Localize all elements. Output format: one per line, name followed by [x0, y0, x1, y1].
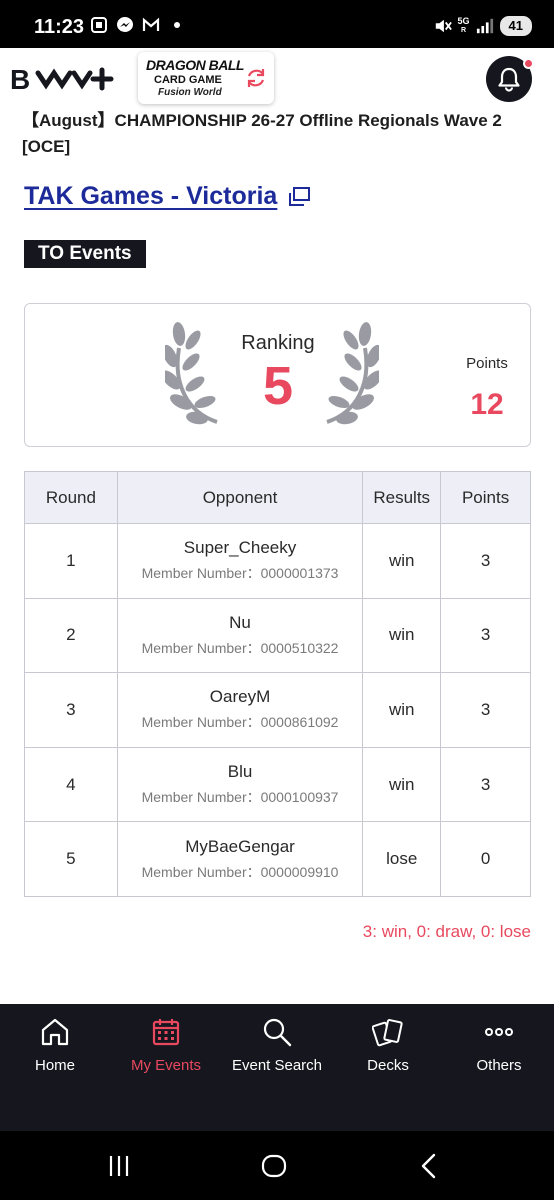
bcg-plus-logo[interactable]: B: [10, 61, 118, 97]
opponent-member-number: Member Number：0000510322: [141, 639, 339, 656]
table-row: 3 OareyM Member Number：0000861092 win 3: [24, 672, 531, 748]
recent-apps-button[interactable]: [104, 1151, 134, 1181]
round-cell: 2: [24, 597, 118, 674]
status-bar: 11:23 5G R 41: [0, 0, 554, 48]
nav-label-others: Others: [476, 1057, 522, 1074]
nav-item-my-events[interactable]: My Events: [111, 1004, 221, 1104]
game-logo-line3: Fusion World: [158, 87, 222, 98]
result-cell: lose: [362, 821, 442, 897]
ranking-card: Ranking 5 Points 12: [24, 303, 531, 447]
points-legend-note: 3: win, 0: draw, 0: lose: [362, 922, 531, 941]
round-cell: 4: [24, 746, 118, 823]
shop-name-link[interactable]: TAK Games - Victoria: [24, 182, 277, 211]
opponent-name: MyBaeGengar: [185, 836, 295, 856]
bell-icon: [498, 67, 520, 92]
nav-label-decks: Decks: [367, 1057, 409, 1074]
results-table: Round Opponent Results Points 1 Super_Ch…: [24, 471, 531, 897]
column-header-results: Results: [362, 471, 442, 524]
nav-item-home[interactable]: Home: [0, 1004, 110, 1104]
opponent-member-number: Member Number：0000001373: [141, 565, 339, 582]
opponent-member-number: Member Number：0000861092: [141, 714, 339, 731]
points-value: 12: [470, 388, 504, 421]
opponent-name: Super_Cheeky: [183, 538, 297, 558]
shop-row: TAK Games - Victoria: [24, 182, 311, 211]
notification-badge: [523, 58, 534, 69]
table-row: 2 Nu Member Number：0000510322 win 3: [24, 597, 531, 674]
back-button[interactable]: [414, 1151, 444, 1181]
search-icon: [263, 1018, 292, 1047]
table-row: 1 Super_Cheeky Member Number：0000001373 …: [24, 523, 531, 599]
game-logo-line2: CARD GAME: [154, 74, 222, 86]
home-button[interactable]: [259, 1151, 289, 1181]
calendar-icon: [152, 1019, 180, 1046]
column-header-points: Points: [440, 471, 531, 524]
laurel-left-icon: [165, 322, 218, 425]
opponent-name: OareyM: [209, 687, 271, 707]
table-header-row: Round Opponent Results Points: [24, 471, 531, 524]
switch-game-icon: [247, 69, 265, 87]
status-time: 11:23: [34, 16, 85, 38]
mute-icon: [434, 17, 452, 35]
notifications-button[interactable]: [486, 56, 534, 102]
home-icon: [41, 1018, 69, 1046]
result-cell: win: [362, 523, 442, 599]
column-header-opponent: Opponent: [116, 471, 364, 524]
opponent-cell: Super_Cheeky Member Number：0000001373: [116, 523, 364, 599]
round-cell: 5: [24, 821, 118, 897]
network-5g-label: 5G: [457, 16, 470, 26]
dragon-ball-fusion-world-logo[interactable]: DRAGON BALL CARD GAME Fusion World: [138, 52, 274, 104]
app-header: B DRAGON BALL CARD GAME Fusion World: [0, 48, 554, 108]
nav-item-event-search[interactable]: Event Search: [222, 1004, 332, 1104]
opponent-cell: Blu Member Number：0000100937: [116, 746, 364, 823]
points-label: Points: [466, 355, 508, 372]
nav-label-my-events: My Events: [130, 1057, 202, 1074]
opponent-cell: Nu Member Number：0000510322: [116, 597, 364, 674]
nav-label-event-search: Event Search: [231, 1057, 323, 1074]
opponent-name: Nu: [229, 612, 251, 632]
result-cell: win: [362, 672, 442, 748]
opponent-name: Blu: [227, 762, 253, 782]
status-system-icons: 5G R 41: [434, 16, 532, 36]
opponent-cell: OareyM Member Number：0000861092: [116, 672, 364, 748]
round-cell: 1: [24, 523, 118, 599]
opponent-cell: MyBaeGengar Member Number：0000009910: [116, 821, 364, 897]
open-external-icon[interactable]: [287, 186, 311, 208]
points-cell: 3: [440, 523, 531, 599]
dot-icon: [168, 16, 186, 34]
laurel-right-icon: [326, 322, 379, 425]
points-cell: 3: [440, 597, 531, 674]
network-type: 5G R: [458, 17, 470, 35]
ranking-label: Ranking: [241, 332, 315, 354]
cards-icon: [372, 1019, 403, 1047]
to-events-tag: TO Events: [24, 240, 146, 268]
opponent-member-number: Member Number：0000009910: [141, 863, 339, 880]
table-row: 4 Blu Member Number：0000100937 win 3: [24, 746, 531, 823]
network-roaming-label: R: [460, 27, 467, 34]
android-navigation-bar: [0, 1131, 554, 1200]
more-icon: [485, 1028, 513, 1036]
ranking-value: 5: [262, 356, 294, 416]
round-cell: 3: [24, 672, 118, 748]
result-cell: win: [362, 746, 442, 823]
result-cell: win: [362, 597, 442, 674]
svg-text:B: B: [10, 64, 30, 95]
column-header-round: Round: [24, 471, 118, 524]
nav-item-others[interactable]: Others: [444, 1004, 554, 1104]
event-title: 【August】CHAMPIONSHIP 26-27 Offline Regio…: [22, 111, 502, 156]
nav-label-home: Home: [34, 1057, 75, 1074]
opponent-member-number: Member Number：0000100937: [141, 789, 339, 806]
signal-icon: [476, 17, 494, 35]
points-cell: 3: [440, 746, 531, 823]
messenger-icon: [116, 16, 134, 34]
bottom-nav: Home My Events Event Search Decks Others: [0, 1004, 554, 1131]
battery-indicator: 41: [499, 16, 532, 36]
points-cell: 3: [440, 672, 531, 748]
nav-item-decks[interactable]: Decks: [333, 1004, 443, 1104]
points-cell: 0: [440, 821, 531, 897]
status-notification-icons: [90, 16, 186, 34]
game-logo-line1: DRAGON BALL: [146, 57, 244, 73]
table-row: 5 MyBaeGengar Member Number：0000009910 l…: [24, 821, 531, 897]
gmail-icon: [142, 16, 160, 34]
screenshot-icon: [90, 16, 108, 34]
